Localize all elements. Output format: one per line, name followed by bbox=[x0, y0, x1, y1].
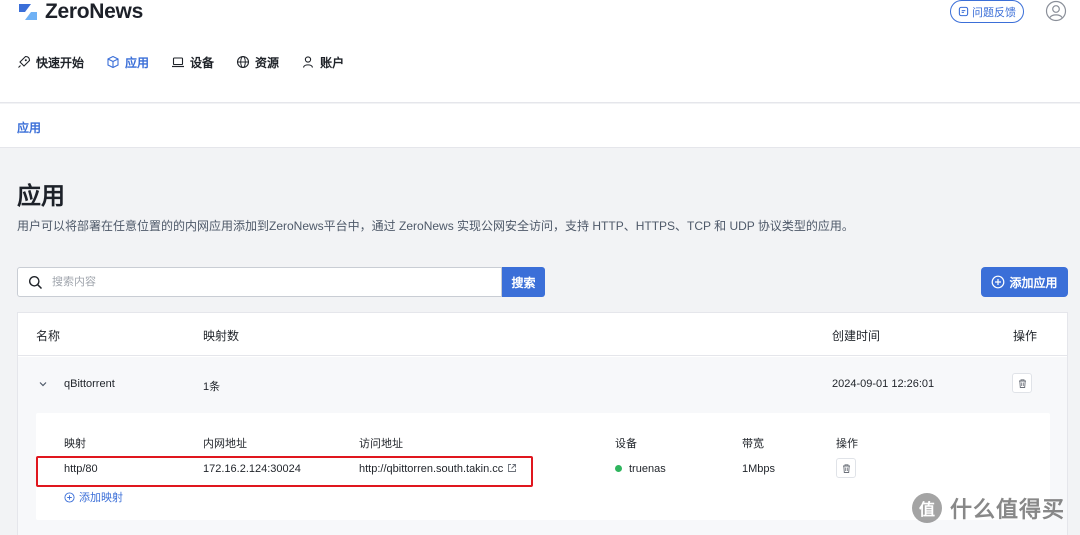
nav-item-resources[interactable]: 资源 bbox=[236, 54, 279, 71]
main-nav: 快速开始 应用 设备 资源 账户 bbox=[17, 52, 366, 72]
column-header-internal: 内网地址 bbox=[203, 438, 247, 450]
plus-circle-icon bbox=[64, 491, 75, 503]
add-app-button[interactable]: 添加应用 bbox=[981, 267, 1068, 297]
add-app-label: 添加应用 bbox=[1009, 275, 1058, 290]
watermark-text: 什么值得买 bbox=[950, 497, 1066, 522]
mapping-count: 1条 bbox=[203, 381, 221, 393]
trash-icon bbox=[842, 463, 850, 473]
column-header-access: 访问地址 bbox=[359, 438, 403, 450]
user-icon bbox=[303, 56, 314, 68]
column-header-mapping: 映射 bbox=[64, 438, 86, 450]
access-url-link[interactable]: http://qbittorren.south.takin.cc bbox=[359, 463, 503, 475]
feedback-label: 问题反馈 bbox=[972, 6, 1016, 19]
nav-item-apps[interactable]: 应用 bbox=[106, 54, 149, 71]
internal-address: 172.16.2.124:30024 bbox=[203, 463, 301, 475]
column-header-created: 创建时间 bbox=[832, 329, 881, 343]
delete-app-button[interactable] bbox=[1012, 373, 1032, 393]
nav-item-label: 快速开始 bbox=[36, 55, 85, 70]
access-url-wrapper: http://qbittorren.south.takin.cc bbox=[359, 463, 517, 475]
zeronews-logo-icon bbox=[19, 4, 37, 20]
plus-circle-icon bbox=[992, 275, 1005, 289]
watermark: 值 什么值得买 bbox=[912, 492, 1065, 524]
trash-icon bbox=[1018, 378, 1026, 388]
nav-item-account[interactable]: 账户 bbox=[301, 54, 344, 71]
mapping-protocol-port: http/80 bbox=[64, 463, 98, 475]
search-input[interactable] bbox=[52, 276, 452, 288]
expanded-row-area: 映射 内网地址 访问地址 设备 带宽 操作 http/80 172.16.2.1… bbox=[18, 413, 1067, 535]
search-button[interactable]: 搜索 bbox=[502, 267, 545, 297]
device-name: truenas bbox=[629, 463, 666, 475]
search-box bbox=[17, 267, 502, 297]
device-cell: truenas bbox=[615, 463, 666, 475]
nav-item-devices[interactable]: 设备 bbox=[171, 54, 214, 71]
search-icon bbox=[29, 275, 43, 289]
bandwidth-value: 1Mbps bbox=[742, 463, 776, 475]
add-mapping-button[interactable]: 添加映射 bbox=[64, 489, 123, 505]
column-header-mappings: 映射数 bbox=[203, 329, 240, 343]
globe-icon bbox=[236, 55, 250, 69]
add-mapping-label: 添加映射 bbox=[79, 492, 123, 504]
laptop-icon bbox=[172, 57, 185, 68]
chevron-down-icon[interactable] bbox=[38, 379, 48, 389]
apps-table: 名称 映射数 创建时间 操作 qBittorrent 1条 2024-09-01… bbox=[17, 312, 1068, 535]
nav-item-label: 资源 bbox=[255, 55, 280, 70]
nav-item-label: 账户 bbox=[320, 55, 345, 70]
watermark-logo-icon: 值 bbox=[912, 493, 942, 523]
column-header-mapping-actions: 操作 bbox=[836, 438, 858, 450]
column-header-bandwidth: 带宽 bbox=[742, 438, 764, 450]
rocket-icon bbox=[18, 55, 31, 68]
brand-name: ZeroNews bbox=[45, 0, 143, 23]
app-name: qBittorrent bbox=[64, 378, 115, 390]
cube-icon bbox=[107, 55, 119, 69]
nav-item-label: 应用 bbox=[125, 55, 150, 70]
top-header: ZeroNews 问题反馈 快速开始 应用 设备 资源 账户 bbox=[0, 0, 1080, 103]
column-header-name: 名称 bbox=[36, 329, 61, 343]
nav-item-label: 设备 bbox=[190, 55, 215, 70]
external-link-icon[interactable] bbox=[507, 463, 517, 473]
status-dot bbox=[615, 464, 622, 472]
column-header-actions: 操作 bbox=[1013, 329, 1038, 343]
page-title: 应用 bbox=[17, 183, 65, 210]
feedback-icon bbox=[958, 6, 969, 17]
created-time: 2024-09-01 12:26:01 bbox=[832, 378, 935, 390]
feedback-button[interactable]: 问题反馈 bbox=[950, 0, 1024, 23]
breadcrumb-bar: 应用 bbox=[0, 104, 1080, 148]
table-header: 名称 映射数 创建时间 操作 bbox=[18, 313, 1067, 356]
tab-apps[interactable]: 应用 bbox=[17, 119, 41, 136]
page-description: 用户可以将部署在任意位置的的内网应用添加到ZeroNews平台中，通过 Zero… bbox=[17, 219, 854, 233]
nav-item-quickstart[interactable]: 快速开始 bbox=[17, 54, 84, 71]
delete-mapping-button[interactable] bbox=[836, 458, 856, 478]
mapping-panel: 映射 内网地址 访问地址 设备 带宽 操作 http/80 172.16.2.1… bbox=[36, 413, 1050, 520]
column-header-device: 设备 bbox=[615, 438, 637, 450]
table-row[interactable]: qBittorrent 1条 2024-09-01 12:26:01 bbox=[18, 357, 1067, 413]
zeronews-logo[interactable]: ZeroNews bbox=[17, 0, 143, 23]
user-avatar-icon[interactable] bbox=[1045, 0, 1067, 22]
